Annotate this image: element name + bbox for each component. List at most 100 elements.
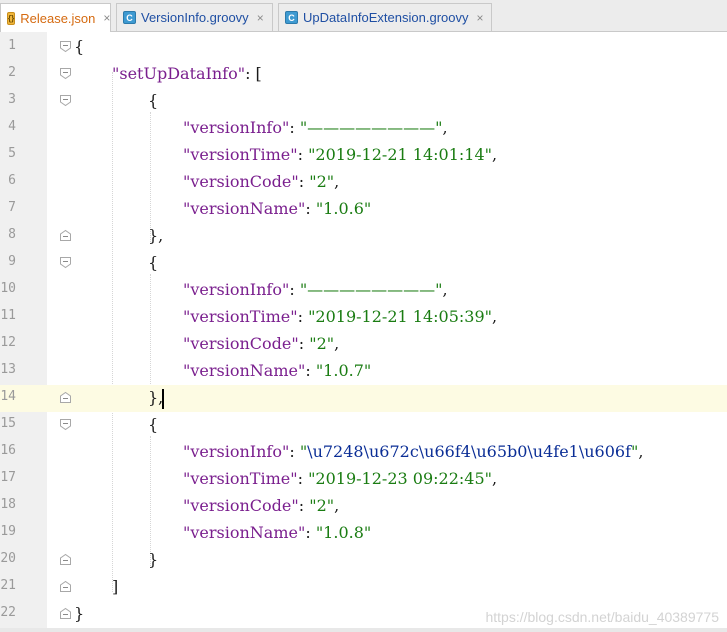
code-line[interactable]: 15 { bbox=[0, 412, 727, 439]
code-line[interactable]: 9 { bbox=[0, 250, 727, 277]
line-number: 9 bbox=[8, 254, 16, 269]
fold-close-icon[interactable] bbox=[59, 229, 72, 242]
tab-updatainfoextension-groovy[interactable]: C UpDataInfoExtension.groovy × bbox=[278, 3, 492, 31]
fold-open-icon[interactable] bbox=[59, 67, 72, 80]
code-line[interactable]: 19 "versionName": "1.0.8" bbox=[0, 520, 727, 547]
code-text: { bbox=[74, 37, 85, 56]
code-line[interactable]: 8 }, bbox=[0, 223, 727, 250]
json-key: "versionName" bbox=[183, 361, 306, 380]
json-colon: : bbox=[297, 145, 309, 164]
code-line[interactable]: 11 "versionTime": "2019-12-21 14:05:39", bbox=[0, 304, 727, 331]
code-line[interactable]: 18 "versionCode": "2", bbox=[0, 493, 727, 520]
tab-label: Release.json bbox=[20, 10, 96, 26]
json-string: "2019-12-21 14:05:39" bbox=[308, 307, 492, 326]
json-comma: , bbox=[491, 307, 498, 326]
code-editor[interactable]: 1 { 2 "setUpDataInfo": [ 3 { 4 "versionI… bbox=[0, 32, 727, 632]
json-punctuation: : [ bbox=[245, 64, 262, 83]
json-string: "1.0.7" bbox=[315, 361, 372, 380]
code-line[interactable]: 4 "versionInfo": "————————", bbox=[0, 115, 727, 142]
fold-close-icon[interactable] bbox=[59, 607, 72, 620]
line-number: 15 bbox=[0, 416, 16, 431]
code-line[interactable]: 17 "versionTime": "2019-12-23 09:22:45", bbox=[0, 466, 727, 493]
json-colon: : bbox=[305, 361, 316, 380]
line-number: 20 bbox=[0, 551, 16, 566]
json-colon: : bbox=[297, 469, 309, 488]
json-colon: : bbox=[305, 523, 316, 542]
line-number: 3 bbox=[8, 92, 16, 107]
json-colon: : bbox=[298, 496, 310, 515]
json-key: "setUpDataInfo" bbox=[112, 64, 246, 83]
code-line[interactable]: 3 { bbox=[0, 88, 727, 115]
json-key: "versionTime" bbox=[183, 145, 298, 164]
json-colon: : bbox=[289, 442, 300, 461]
json-string: "————————" bbox=[299, 280, 443, 299]
code-line-current[interactable]: 14 }, bbox=[0, 385, 727, 412]
line-number: 11 bbox=[0, 308, 16, 323]
code-line[interactable]: 16 "versionInfo": "\u7248\u672c\u66f4\u6… bbox=[0, 439, 727, 466]
fold-close-icon[interactable] bbox=[59, 553, 72, 566]
code-line[interactable]: 21 ] bbox=[0, 574, 727, 601]
json-string: "2" bbox=[309, 496, 335, 515]
line-number: 12 bbox=[0, 335, 16, 350]
json-colon: : bbox=[305, 199, 316, 218]
json-key: "versionName" bbox=[183, 523, 306, 542]
json-key: "versionCode" bbox=[183, 334, 299, 353]
line-number: 16 bbox=[0, 443, 16, 458]
json-colon: : bbox=[298, 334, 310, 353]
code-line[interactable]: 2 "setUpDataInfo": [ bbox=[0, 61, 727, 88]
line-number: 5 bbox=[8, 146, 16, 161]
tab-label: UpDataInfoExtension.groovy bbox=[303, 10, 469, 25]
close-icon[interactable]: × bbox=[103, 11, 110, 25]
json-key: "versionInfo" bbox=[183, 118, 290, 137]
code-line[interactable]: 1 { bbox=[0, 34, 727, 61]
json-key: "versionInfo" bbox=[183, 442, 290, 461]
line-number: 8 bbox=[8, 227, 16, 242]
line-number: 19 bbox=[0, 524, 16, 539]
json-comma: , bbox=[334, 496, 340, 515]
code-line[interactable]: 7 "versionName": "1.0.6" bbox=[0, 196, 727, 223]
code-line[interactable]: 6 "versionCode": "2", bbox=[0, 169, 727, 196]
code-text: { bbox=[148, 253, 159, 272]
code-text: }, bbox=[148, 388, 164, 407]
json-key: "versionCode" bbox=[183, 172, 299, 191]
groovy-class-icon: C bbox=[285, 11, 298, 24]
code-text: { bbox=[148, 91, 159, 110]
line-number: 17 bbox=[0, 470, 16, 485]
json-colon: : bbox=[289, 280, 300, 299]
code-line[interactable]: 12 "versionCode": "2", bbox=[0, 331, 727, 358]
fold-open-icon[interactable] bbox=[59, 40, 72, 53]
fold-open-icon[interactable] bbox=[59, 256, 72, 269]
json-comma: , bbox=[638, 442, 644, 461]
watermark: https://blog.csdn.net/baidu_40389775 bbox=[485, 609, 719, 625]
json-key: "versionCode" bbox=[183, 496, 299, 515]
line-number: 7 bbox=[8, 200, 16, 215]
code-line[interactable]: 20 } bbox=[0, 547, 727, 574]
json-string: "2019-12-23 09:22:45" bbox=[308, 469, 492, 488]
close-icon[interactable]: × bbox=[257, 11, 264, 25]
fold-open-icon[interactable] bbox=[59, 418, 72, 431]
text-caret bbox=[162, 389, 164, 409]
tab-versioninfo-groovy[interactable]: C VersionInfo.groovy × bbox=[116, 3, 273, 31]
json-colon: : bbox=[298, 172, 310, 191]
fold-close-icon[interactable] bbox=[59, 580, 72, 593]
line-number: 22 bbox=[0, 605, 16, 620]
json-string: "2" bbox=[309, 172, 335, 191]
code-line[interactable]: 13 "versionName": "1.0.7" bbox=[0, 358, 727, 385]
line-number: 1 bbox=[8, 38, 16, 53]
json-key: "versionInfo" bbox=[183, 280, 290, 299]
code-line[interactable]: 10 "versionInfo": "————————", bbox=[0, 277, 727, 304]
line-number: 10 bbox=[0, 281, 16, 296]
fold-close-icon[interactable] bbox=[59, 391, 72, 404]
close-icon[interactable]: × bbox=[476, 11, 483, 25]
line-number: 2 bbox=[8, 65, 16, 80]
tab-release-json[interactable]: {} Release.json × bbox=[0, 3, 111, 32]
json-comma: , bbox=[334, 334, 340, 353]
fold-open-icon[interactable] bbox=[59, 94, 72, 107]
line-number: 13 bbox=[0, 362, 16, 377]
code-line[interactable]: 5 "versionTime": "2019-12-21 14:01:14", bbox=[0, 142, 727, 169]
json-string: "1.0.8" bbox=[315, 523, 372, 542]
horizontal-scrollbar[interactable] bbox=[0, 628, 727, 632]
json-string: "2019-12-21 14:01:14" bbox=[308, 145, 492, 164]
json-string: "2" bbox=[309, 334, 335, 353]
code-text: ] bbox=[112, 577, 119, 596]
